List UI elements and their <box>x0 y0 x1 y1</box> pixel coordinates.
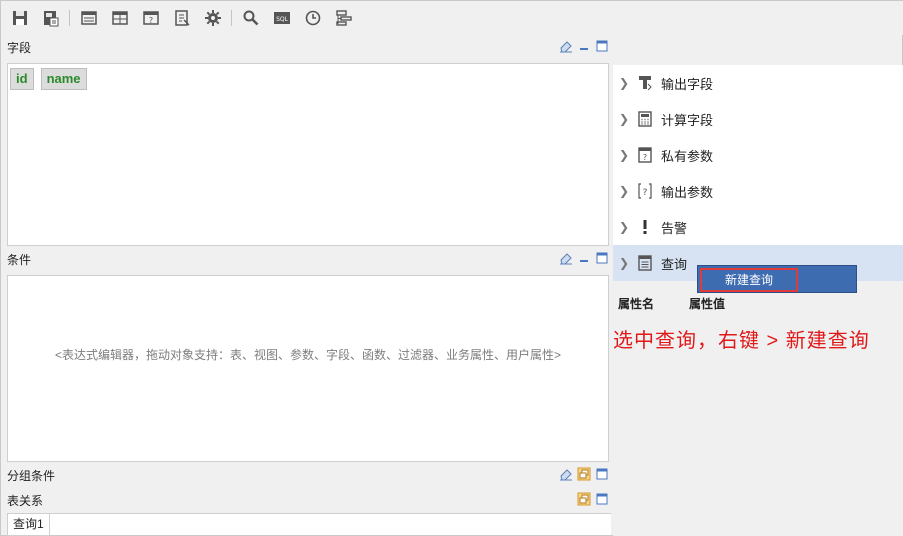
tree-item-calc-fields[interactable]: ❯ 计算字段 <box>613 101 903 137</box>
export-icon[interactable] <box>171 7 193 29</box>
chevron-right-icon[interactable]: ❯ <box>619 184 633 198</box>
toolbar-separator <box>69 10 70 26</box>
chevron-right-icon[interactable]: ❯ <box>619 148 633 162</box>
tree-item-label: 查询 <box>661 256 688 272</box>
sql-icon[interactable]: SQL <box>271 7 293 29</box>
property-name-header: 属性名 <box>618 297 655 311</box>
svg-text:?: ? <box>643 153 647 162</box>
restore-icon[interactable] <box>577 467 591 481</box>
tab-query1[interactable]: 查询1 <box>7 514 50 536</box>
tree-item-alerts[interactable]: ❯ 告警 <box>613 209 903 245</box>
svg-text:?: ? <box>643 188 648 198</box>
fields-header: 字段 <box>1 36 613 58</box>
layout-icon[interactable] <box>333 7 355 29</box>
grid-icon[interactable] <box>109 7 131 29</box>
tree-item-private-params[interactable]: ❯ ? 私有参数 <box>613 137 903 173</box>
gear-icon[interactable] <box>202 7 224 29</box>
eraser-icon[interactable] <box>559 467 573 481</box>
properties-header: 属性名 属性值 <box>618 295 725 312</box>
query-icon <box>637 255 653 271</box>
fields-area[interactable]: id name <box>7 63 609 246</box>
eraser-icon[interactable] <box>559 39 573 53</box>
chevron-right-icon[interactable]: ❯ <box>619 256 633 270</box>
field-chip-id[interactable]: id <box>10 68 34 90</box>
clock-icon[interactable] <box>302 7 324 29</box>
maximize-icon[interactable] <box>595 39 609 53</box>
maximize-icon[interactable] <box>595 492 609 506</box>
chevron-right-icon[interactable]: ❯ <box>619 220 633 234</box>
minimize-icon[interactable] <box>577 39 591 53</box>
maximize-icon[interactable] <box>595 251 609 265</box>
condition-editor[interactable]: <表达式编辑器，拖动对象支持：表、视图、参数、字段、函数、过滤器、业务属性、用户… <box>7 275 609 462</box>
alert-icon <box>637 219 653 235</box>
tree-item-output-params[interactable]: ❯ ? 输出参数 <box>613 173 903 209</box>
tree-item-output-fields[interactable]: ❯ 输出字段 <box>613 65 903 101</box>
param-icon[interactable]: ? <box>140 7 162 29</box>
designer-window: ? SQL 字段 id name 条件 <表达式编辑器，拖动对象支持：表、视图、… <box>0 0 903 536</box>
relation-header: 表关系 <box>1 489 613 511</box>
fields-title: 字段 <box>7 40 32 55</box>
output-param-icon: ? <box>637 183 653 199</box>
tree-item-label: 私有参数 <box>661 148 714 164</box>
toolbar: ? SQL <box>1 1 903 35</box>
relation-title: 表关系 <box>7 493 44 508</box>
save-icon[interactable] <box>9 7 31 29</box>
field-chip-name[interactable]: name <box>40 68 87 90</box>
maximize-icon[interactable] <box>595 467 609 481</box>
property-value-header: 属性值 <box>689 297 726 311</box>
chevron-right-icon[interactable]: ❯ <box>619 76 633 90</box>
eraser-icon[interactable] <box>559 251 573 265</box>
sql-icon-label: SQL <box>276 16 289 23</box>
minimize-icon[interactable] <box>577 251 591 265</box>
context-menu: 新建查询 <box>697 265 857 293</box>
calculator-icon <box>637 111 653 127</box>
save-as-icon[interactable] <box>40 7 62 29</box>
tree-item-label: 计算字段 <box>661 112 714 128</box>
tree-item-label: 输出参数 <box>661 184 714 200</box>
search-icon[interactable] <box>240 7 262 29</box>
conditions-title: 条件 <box>7 252 32 267</box>
relation-tabs: 查询1 <box>7 513 611 536</box>
tree-item-label: 输出字段 <box>661 76 714 92</box>
condition-editor-hint: <表达式编辑器，拖动对象支持：表、视图、参数、字段、函数、过滤器、业务属性、用户… <box>54 348 562 362</box>
output-field-icon <box>637 75 653 91</box>
chevron-right-icon[interactable]: ❯ <box>619 112 633 126</box>
restore-icon[interactable] <box>577 492 591 506</box>
object-tree: ❯ 输出字段 ❯ 计算字段 ❯ ? 私有参数 ❯ ? 输出参数 ❯ 告警 ❯ 查… <box>613 65 903 281</box>
context-menu-new-query[interactable]: 新建查询 <box>700 268 798 292</box>
group-header: 分组条件 <box>1 464 613 486</box>
group-title: 分组条件 <box>7 468 56 483</box>
table-icon[interactable] <box>78 7 100 29</box>
toolbar-separator <box>231 10 232 26</box>
svg-text:?: ? <box>149 16 153 25</box>
private-param-icon: ? <box>637 147 653 163</box>
instruction-annotation: 选中查询，右键 > 新建查询 <box>613 330 870 352</box>
tree-item-label: 告警 <box>661 220 688 236</box>
conditions-header: 条件 <box>1 248 613 270</box>
